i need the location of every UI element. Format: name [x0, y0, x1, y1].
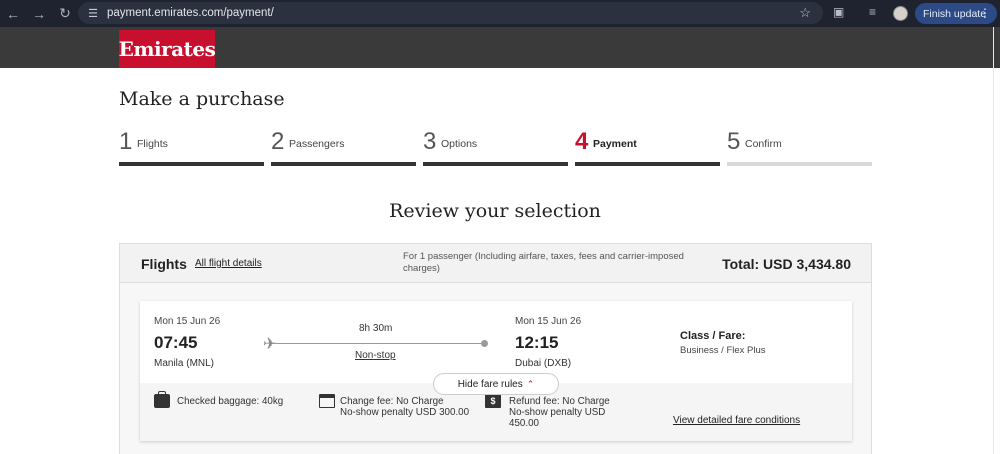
- step-number: 1: [119, 128, 133, 155]
- step-label: Passengers: [289, 138, 345, 150]
- refund-dollar-icon: $: [485, 394, 501, 408]
- route-end-dot: [481, 340, 488, 347]
- total-price: Total: USD 3,434.80: [722, 256, 851, 272]
- plane-icon: ✈: [263, 336, 277, 353]
- flights-panel: Flights All flight details For 1 passeng…: [119, 243, 872, 454]
- step-options[interactable]: 3 Options: [423, 128, 568, 166]
- step-number: 5: [727, 128, 741, 155]
- step-label: Confirm: [745, 138, 782, 150]
- all-flight-details-link[interactable]: All flight details: [195, 258, 262, 269]
- flights-panel-header: Flights All flight details For 1 passeng…: [120, 244, 871, 283]
- change-fee-line: Change fee: No Charge: [340, 396, 444, 407]
- more-menu-icon[interactable]: ⋮: [979, 6, 991, 20]
- address-bar[interactable]: ☰ payment.emirates.com/payment/ ☆: [78, 2, 823, 24]
- step-progress-bar: [727, 162, 872, 166]
- hide-fare-rules-button[interactable]: Hide fare rules ⌃: [433, 373, 559, 395]
- flight-segment-card: Mon 15 Jun 26 07:45 Manila (MNL) ✈ 8h 30…: [140, 301, 852, 441]
- step-number: 3: [423, 128, 437, 155]
- view-fare-conditions-link[interactable]: View detailed fare conditions: [673, 415, 800, 426]
- step-label: Flights: [137, 138, 168, 150]
- step-progress-bar: [271, 162, 416, 166]
- bookmark-star-icon[interactable]: ☆: [799, 5, 811, 21]
- step-number: 4: [575, 128, 589, 155]
- flights-title: Flights: [141, 256, 187, 272]
- site-header: Emirates: [0, 27, 1000, 68]
- baggage-icon: [154, 391, 170, 408]
- step-progress-bar: [119, 162, 264, 166]
- refund-fee-text: Refund fee: No Charge No-show penalty US…: [509, 396, 610, 429]
- refund-penalty-amount: 450.00: [509, 418, 539, 429]
- emirates-logo[interactable]: Emirates: [119, 30, 216, 68]
- review-title: Review your selection: [389, 200, 601, 222]
- change-penalty-line: No-show penalty USD 300.00: [340, 407, 470, 418]
- refund-fee-line: Refund fee: No Charge: [509, 396, 610, 407]
- baggage-text: Checked baggage: 40kg: [177, 396, 284, 407]
- step-number: 2: [271, 128, 285, 155]
- profile-avatar[interactable]: [893, 6, 908, 21]
- step-label: Options: [441, 138, 478, 150]
- media-icon[interactable]: ▣: [833, 5, 844, 19]
- step-label: Payment: [593, 138, 637, 150]
- arrival-city: Dubai (DXB): [515, 358, 572, 369]
- calendar-icon: [319, 394, 335, 408]
- departure-city: Manila (MNL): [154, 358, 215, 369]
- stops-link[interactable]: Non-stop: [355, 350, 396, 361]
- passenger-note: For 1 passenger (Including airfare, taxe…: [403, 251, 684, 274]
- url-text: payment.emirates.com/payment/: [107, 7, 274, 19]
- change-fee-text: Change fee: No Charge No-show penalty US…: [340, 396, 469, 418]
- step-progress-bar: [423, 162, 568, 166]
- class-fare-label: Class / Fare:: [680, 330, 746, 342]
- departure-date: Mon 15 Jun 26: [154, 316, 221, 327]
- chevron-up-icon: ⌃: [526, 378, 535, 389]
- arrival-time: 12:15: [515, 333, 559, 352]
- refund-penalty-line: No-show penalty USD: [509, 407, 606, 418]
- page-edge-divider: [993, 27, 994, 454]
- forward-icon[interactable]: →: [26, 0, 52, 27]
- page-title: Make a purchase: [119, 88, 285, 110]
- reload-icon[interactable]: ↻: [52, 0, 78, 27]
- class-fare-value: Business / Flex Plus: [680, 345, 766, 356]
- finish-update-label: Finish update: [923, 7, 987, 20]
- back-icon[interactable]: ←: [0, 0, 26, 27]
- browser-toolbar: ← → ↻ ☰ payment.emirates.com/payment/ ☆ …: [0, 0, 1000, 27]
- step-progress-bar: [575, 162, 720, 166]
- reading-list-icon[interactable]: ≡: [869, 5, 876, 19]
- step-confirm: 5 Confirm: [727, 128, 872, 166]
- route-line: [272, 343, 484, 344]
- step-flights[interactable]: 1 Flights: [119, 128, 264, 166]
- hide-fare-rules-label: Hide fare rules: [457, 378, 523, 390]
- step-payment: 4 Payment: [575, 128, 720, 166]
- arrival-date: Mon 15 Jun 26: [515, 316, 582, 327]
- flight-duration: 8h 30m: [359, 323, 393, 334]
- step-passengers[interactable]: 2 Passengers: [271, 128, 416, 166]
- departure-time: 07:45: [154, 333, 198, 352]
- site-info-icon[interactable]: ☰: [82, 2, 104, 24]
- finish-update-button[interactable]: Finish update ⋮: [915, 3, 997, 24]
